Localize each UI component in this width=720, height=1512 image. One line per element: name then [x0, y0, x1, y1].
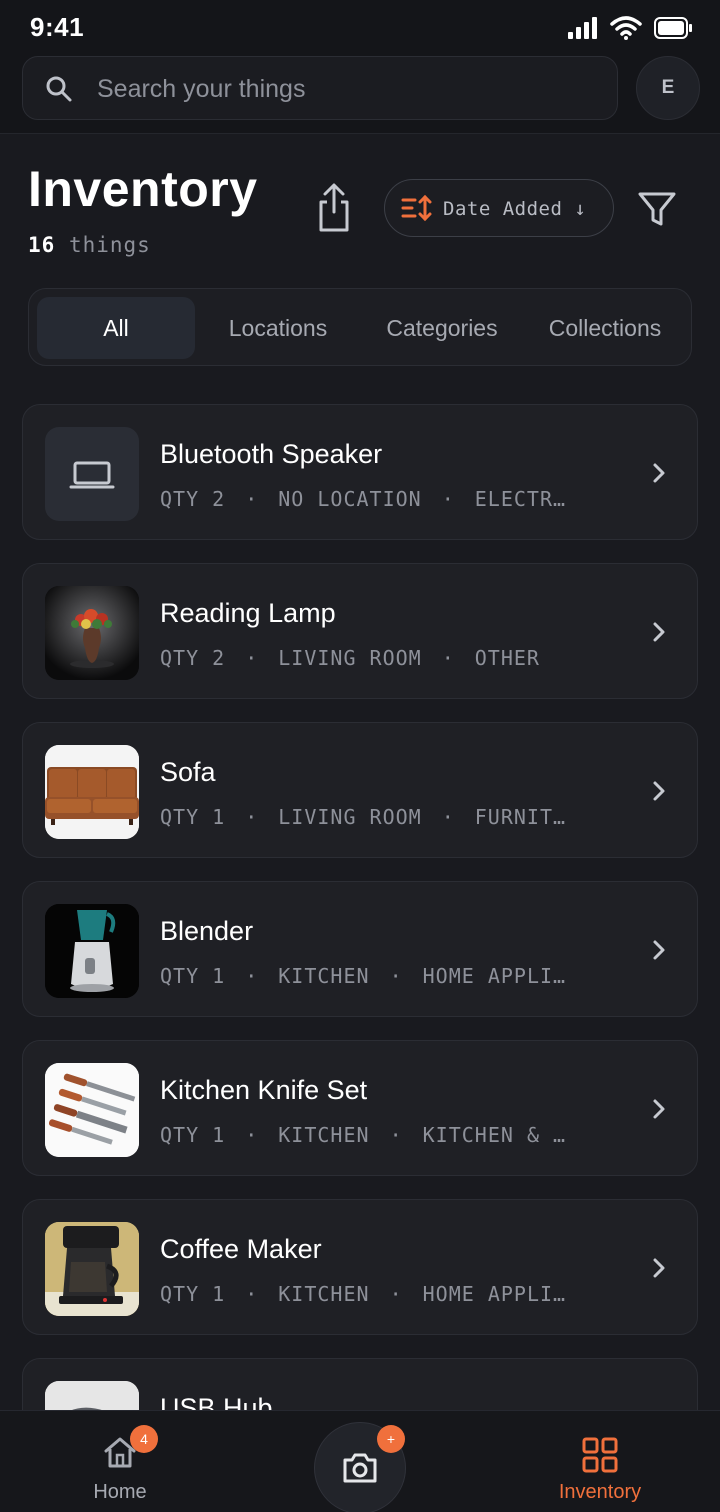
item-thumbnail [45, 904, 139, 998]
top-bar: 9:41 Search your things E [0, 0, 720, 134]
search-input[interactable]: Search your things [97, 75, 305, 104]
nav-inventory-label: Inventory [558, 1481, 642, 1503]
chevron-right-icon [653, 781, 665, 801]
view-tabs: All Locations Categories Collections [28, 288, 692, 366]
chevron-right-icon [653, 940, 665, 960]
item-thumbnail [45, 1063, 139, 1157]
list-item[interactable]: Coffee Maker QTY 1 · KITCHEN · HOME APPLI… [22, 1199, 698, 1335]
filter-icon[interactable] [634, 186, 680, 232]
status-bar: 9:41 [0, 0, 720, 56]
laptop-icon [69, 461, 115, 489]
nav-inventory[interactable]: Inventory [530, 1411, 670, 1512]
knives-photo [45, 1063, 139, 1157]
sort-label: Date Added ↓ [443, 198, 587, 220]
list-item[interactable]: Sofa QTY 1 · LIVING ROOM · FURNIT… [22, 722, 698, 858]
nav-home[interactable]: 4 Home [50, 1411, 190, 1512]
share-icon[interactable] [310, 182, 358, 234]
search-bar[interactable]: Search your things [22, 56, 618, 120]
item-thumbnail [45, 745, 139, 839]
item-meta: QTY 2 · LIVING ROOM · OTHER [160, 646, 540, 670]
item-meta: QTY 2 · NO LOCATION · ELECTR… [160, 487, 567, 511]
item-count-unit: things [68, 233, 151, 257]
status-time: 9:41 [30, 12, 85, 42]
item-count: 16 things [28, 233, 151, 257]
item-thumbnail [45, 586, 139, 680]
page-title: Inventory [28, 161, 258, 217]
camera-add-badge: + [377, 1425, 405, 1453]
battery-icon [654, 17, 692, 39]
item-thumbnail [45, 427, 139, 521]
list-item[interactable]: Reading Lamp QTY 2 · LIVING ROOM · OTHER [22, 563, 698, 699]
search-icon [46, 76, 72, 102]
tab-locations[interactable]: Locations [199, 297, 357, 359]
vase-photo [45, 586, 139, 680]
chevron-right-icon [653, 1099, 665, 1119]
item-name: Coffee Maker [160, 1234, 322, 1264]
chevron-right-icon [653, 463, 665, 483]
tab-categories[interactable]: Categories [363, 297, 521, 359]
home-badge: 4 [130, 1425, 158, 1453]
grid-icon [582, 1437, 618, 1473]
tab-collections[interactable]: Collections [525, 297, 685, 359]
item-meta: QTY 1 · KITCHEN · KITCHEN & … [160, 1123, 567, 1147]
item-name: Blender [160, 916, 254, 946]
list-item[interactable]: Kitchen Knife Set QTY 1 · KITCHEN · KITCHEN … [22, 1040, 698, 1176]
item-meta: QTY 1 · KITCHEN · HOME APPLI… [160, 964, 567, 988]
item-thumbnail [45, 1222, 139, 1316]
chevron-right-icon [653, 622, 665, 642]
item-count-value: 16 [28, 233, 56, 257]
item-name: Sofa [160, 757, 216, 787]
list-item[interactable]: Blender QTY 1 · KITCHEN · HOME APPLI… [22, 881, 698, 1017]
chevron-right-icon [653, 1258, 665, 1278]
blender-photo [45, 904, 139, 998]
sofa-photo [45, 745, 139, 839]
tab-all[interactable]: All [37, 297, 195, 359]
wifi-icon [610, 16, 642, 40]
coffee-maker-photo [45, 1222, 139, 1316]
item-name: Bluetooth Speaker [160, 439, 383, 469]
item-meta: QTY 1 · LIVING ROOM · FURNIT… [160, 805, 567, 829]
sort-icon [401, 194, 432, 222]
list-item[interactable]: Bluetooth Speaker QTY 2 · NO LOCATION · ELEC… [22, 404, 698, 540]
item-name: Reading Lamp [160, 598, 336, 628]
nav-home-label: Home [93, 1481, 147, 1503]
status-icons [568, 16, 692, 40]
item-meta: QTY 1 · KITCHEN · HOME APPLI… [160, 1282, 567, 1306]
avatar[interactable]: E [636, 56, 700, 120]
camera-icon [343, 1453, 377, 1483]
cellular-signal-icon [568, 17, 597, 39]
sort-button[interactable]: Date Added ↓ [384, 179, 614, 237]
item-name: Kitchen Knife Set [160, 1075, 368, 1105]
